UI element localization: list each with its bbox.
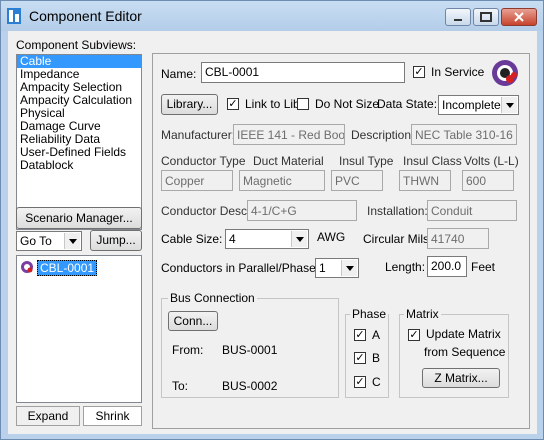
circular-mils-label: Circular Mils:	[363, 232, 433, 246]
data-state-value: Incomplete	[442, 98, 501, 112]
window-title: Component Editor	[29, 8, 142, 24]
shrink-button[interactable]: Shrink	[83, 406, 142, 426]
installation-label: Installation:	[367, 204, 428, 218]
do-not-size-checkbox[interactable]	[297, 98, 309, 110]
insul-class-field: THWN	[399, 170, 451, 191]
subviews-label: Component Subviews:	[16, 38, 137, 52]
link-to-lib-label: Link to Lib	[245, 97, 300, 111]
conductor-descr-field: 4-1/C+G	[247, 200, 357, 221]
z-matrix-button[interactable]: Z Matrix...	[422, 368, 500, 388]
phase-c-label: C	[372, 375, 381, 389]
parallel-value: 1	[319, 261, 326, 275]
conductor-type-label: Conductor Type	[161, 154, 246, 168]
cable-component-icon	[492, 60, 518, 86]
phase-b-label: B	[372, 351, 381, 365]
from-label: From:	[172, 343, 204, 357]
insul-type-label: Insul Type	[339, 154, 394, 168]
volts-field: 600	[462, 170, 514, 191]
update-matrix-checkbox[interactable]: ✓	[408, 329, 420, 341]
app-icon	[7, 8, 21, 24]
from-value: BUS-0001	[222, 343, 278, 357]
component-editor-window: Component Editor Component Subviews: Cab…	[0, 0, 544, 440]
chevron-down-icon	[501, 97, 517, 113]
title-bar[interactable]: Component Editor	[1, 1, 543, 31]
bus-connection-title: Bus Connection	[168, 291, 257, 305]
jump-button[interactable]: Jump...	[90, 230, 142, 251]
insul-class-label: Insul Class	[403, 154, 462, 168]
name-input[interactable]: CBL-0001	[201, 62, 405, 83]
expand-button[interactable]: Expand	[16, 406, 80, 426]
subview-item-datablock[interactable]: Datablock	[17, 159, 141, 172]
phase-a-checkbox[interactable]: ✓	[354, 329, 366, 341]
to-label: To:	[172, 379, 189, 393]
phase-group: Phase ✓ A ✓ B ✓ C	[345, 307, 389, 398]
data-state-label: Data State:	[377, 97, 438, 111]
to-value: BUS-0002	[222, 379, 278, 393]
library-button[interactable]: Library...	[161, 94, 218, 115]
matrix-title: Matrix	[404, 307, 441, 321]
client-area: Component Subviews: Cable Impedance Ampa…	[8, 31, 537, 434]
conn-button[interactable]: Conn...	[168, 311, 218, 331]
feet-label: Feet	[471, 260, 496, 274]
bus-connection-group: Bus Connection Conn... From: BUS-0001 To…	[161, 291, 339, 398]
cable-form-panel: Name: CBL-0001 ✓ In Service Library... ✓…	[152, 53, 530, 429]
phase-b-checkbox[interactable]: ✓	[354, 352, 366, 364]
conductor-descr-label: Conductor Descr:	[161, 204, 255, 218]
cable-size-select[interactable]: 4	[225, 229, 309, 249]
goto-select[interactable]: Go To	[16, 231, 82, 251]
insul-type-field: PVC	[331, 170, 383, 191]
from-sequence-label: from Sequence	[424, 345, 506, 359]
do-not-size-label: Do Not Size	[315, 97, 380, 111]
manufacturer-label: Manufacturer:	[161, 128, 236, 142]
parallel-label: Conductors in Parallel/Phase:	[161, 261, 320, 275]
close-button[interactable]	[501, 8, 537, 26]
maximize-button[interactable]	[473, 8, 499, 26]
cable-icon	[21, 261, 33, 273]
description-label: Description:	[351, 128, 415, 142]
matrix-group: Matrix ✓ Update Matrix from Sequence Z M…	[399, 307, 509, 398]
link-to-lib-checkbox[interactable]: ✓	[227, 98, 239, 110]
length-label: Length:	[385, 260, 426, 274]
data-state-select[interactable]: Incomplete	[438, 95, 519, 115]
parallel-select[interactable]: 1	[315, 258, 359, 278]
component-tree[interactable]: CBL-0001	[16, 255, 142, 403]
in-service-checkbox[interactable]: ✓	[413, 66, 425, 78]
chevron-down-icon	[64, 233, 80, 249]
chevron-down-icon	[341, 260, 357, 276]
update-matrix-label: Update Matrix	[426, 327, 501, 341]
cable-size-value: 4	[229, 232, 236, 246]
duct-material-label: Duct Material	[253, 154, 324, 168]
circular-mils-field: 41740	[427, 228, 489, 249]
minimize-button[interactable]	[445, 8, 471, 26]
manufacturer-field: IEEE 141 - Red Book	[233, 124, 345, 145]
length-input[interactable]: 200.0	[427, 256, 467, 277]
cable-size-label: Cable Size:	[161, 232, 223, 246]
phase-a-label: A	[372, 328, 381, 342]
goto-value: Go To	[20, 234, 52, 248]
minimize-icon	[454, 19, 462, 21]
maximize-icon	[480, 12, 492, 22]
phase-title: Phase	[350, 307, 389, 321]
subviews-list[interactable]: Cable Impedance Ampacity Selection Ampac…	[16, 54, 142, 230]
duct-material-field: Magnetic	[239, 170, 325, 191]
conductor-type-field: Copper	[161, 170, 233, 191]
volts-label: Volts (L-L)	[464, 154, 519, 168]
chevron-down-icon	[291, 231, 307, 247]
name-label: Name:	[161, 67, 197, 81]
awg-label: AWG	[317, 230, 346, 244]
close-icon	[514, 12, 524, 22]
scenario-manager-button[interactable]: Scenario Manager...	[16, 207, 142, 229]
phase-c-checkbox[interactable]: ✓	[354, 376, 366, 388]
installation-field: Conduit	[427, 200, 517, 221]
description-field: NEC Table 310-16	[411, 124, 517, 145]
in-service-label: In Service	[431, 65, 485, 79]
tree-item-cbl-0001[interactable]: CBL-0001	[37, 260, 98, 276]
